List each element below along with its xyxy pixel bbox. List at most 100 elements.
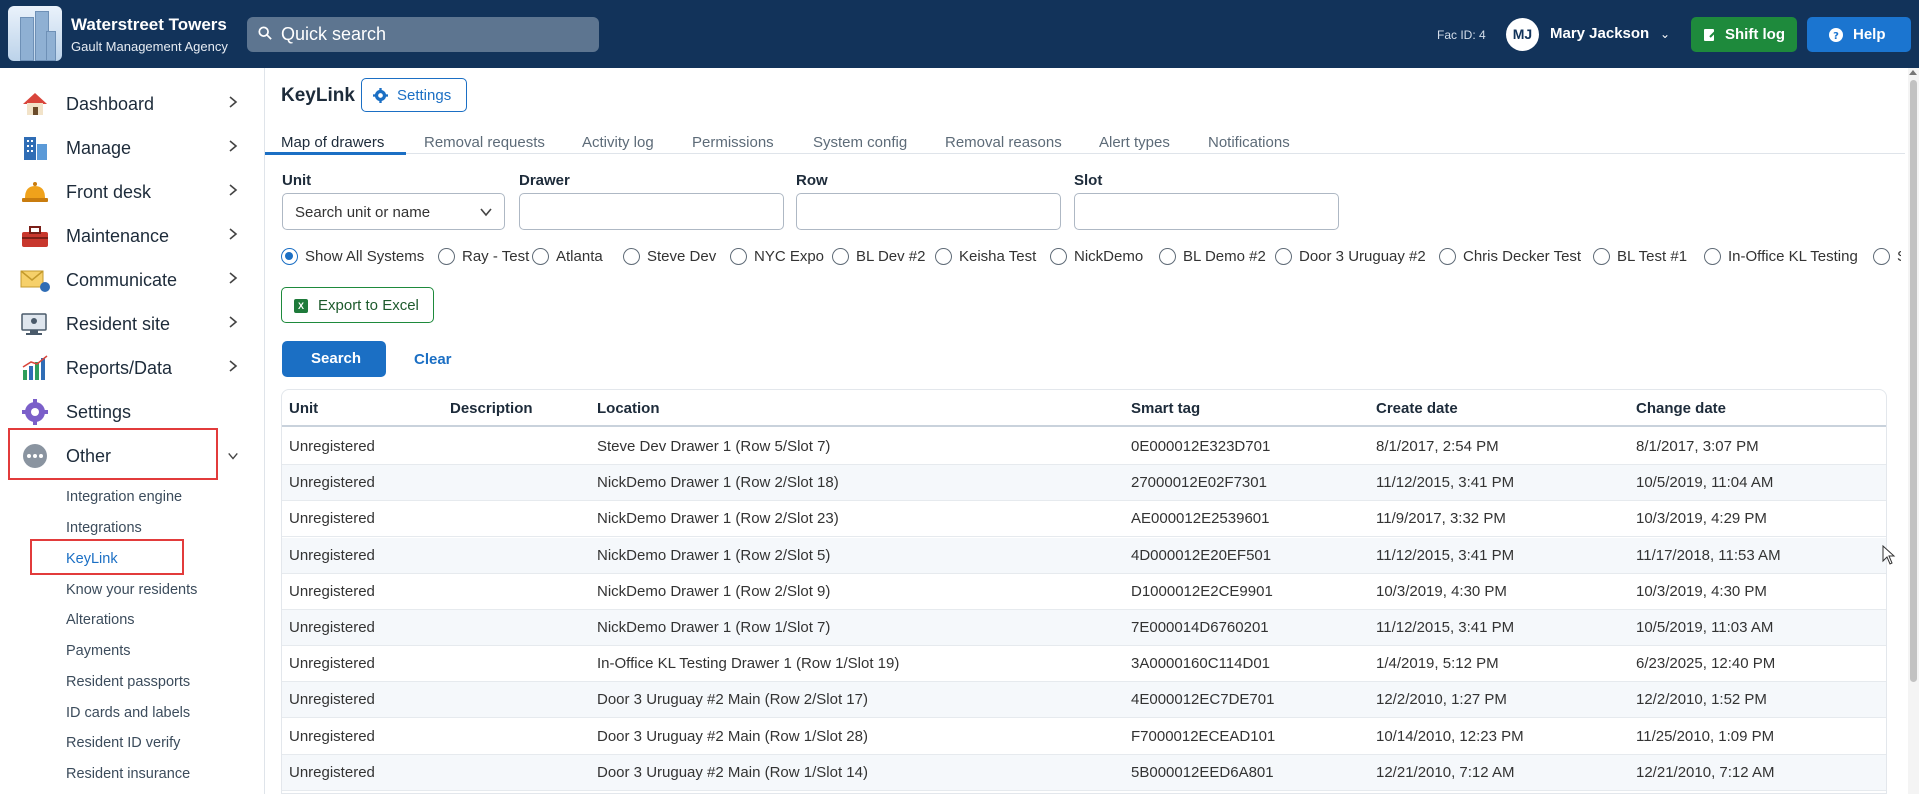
drawer-label: Drawer [519, 172, 570, 189]
sub-item-resident-passports[interactable]: Resident passports [66, 674, 190, 690]
drawers-table: Unit Description Location Smart tag Crea… [281, 389, 1887, 794]
sub-item-resident-insurance[interactable]: Resident insurance [66, 766, 190, 782]
sidebar-item-label: Settings [66, 402, 132, 422]
export-to-excel-button[interactable]: X Export to Excel [281, 287, 434, 323]
sub-item-id-cards-and-labels[interactable]: ID cards and labels [66, 705, 190, 721]
table-cell-change-date: 11/25/2010, 1:09 PM [1636, 727, 1775, 745]
unit-label: Unit [282, 172, 312, 189]
table-cell-change-date: 11/17/2018, 11:53 AM [1636, 546, 1781, 564]
table-cell-change-date: 12/2/2010, 1:52 PM [1636, 691, 1767, 709]
row-field[interactable] [796, 193, 1061, 230]
chevron-down-icon [228, 452, 238, 460]
sidebar-item-reports-data[interactable]: Reports/Data [0, 347, 265, 389]
table-row[interactable]: Unregistered NickDemo Drawer 1 (Row 1/Slo… [282, 610, 1886, 646]
table-cell-create-date: 11/9/2017, 3:32 PM [1376, 510, 1506, 528]
shift-log-button[interactable]: Shift log [1691, 17, 1797, 52]
tab-removal-requests[interactable]: Removal requests [424, 134, 545, 151]
table-row[interactable]: Unregistered Steve Dev Drawer 1 (Row 5/Sl… [282, 429, 1886, 465]
help-button[interactable]: ? Help [1807, 17, 1911, 52]
settings-button[interactable]: Settings [361, 78, 467, 112]
table-cell-location: In-Office KL Testing Drawer 1 (Row 1/Slo… [597, 655, 900, 673]
table-row[interactable]: Unregistered Door 3 Uruguay #2 Main (Row … [282, 682, 1886, 719]
table-row[interactable]: Unregistered NickDemo Drawer 1 (Row 2/Slo… [282, 574, 1886, 610]
table-cell-location: Door 3 Uruguay #2 Main (Row 1/Slot 14) [597, 763, 868, 781]
col-location[interactable]: Location [597, 400, 660, 417]
question-circle-icon: ? [1829, 28, 1843, 42]
sidebar-item-resident-site[interactable]: Resident site [0, 303, 265, 345]
table-cell-create-date: 11/12/2015, 3:41 PM [1376, 619, 1515, 636]
table-row[interactable]: Unregistered NickDemo Drawer 1 (Row 2/Slo… [282, 537, 1886, 574]
col-create-date[interactable]: Create date [1376, 400, 1458, 417]
chevron-right-icon [229, 228, 238, 240]
table-cell-unit: Unregistered [289, 619, 375, 636]
tab-activity-log[interactable]: Activity log [582, 134, 654, 151]
table-cell-change-date: 10/5/2019, 11:03 AM [1636, 619, 1774, 636]
sub-item-integrations[interactable]: Integrations [66, 520, 142, 536]
chevron-right-icon [229, 140, 238, 152]
unit-select[interactable]: Search unit or name [282, 193, 505, 230]
col-change-date[interactable]: Change date [1636, 400, 1726, 417]
table-row[interactable]: Unregistered NickDemo Drawer 1 (Row 2/Slo… [282, 501, 1886, 538]
sub-item-integration-engine[interactable]: Integration engine [66, 489, 182, 505]
sidebar-item-label: Manage [66, 138, 132, 158]
building-icon [24, 137, 47, 160]
tab-alert-types[interactable]: Alert types [1099, 134, 1170, 151]
search-button[interactable]: Search [282, 341, 386, 377]
slot-field[interactable] [1074, 193, 1339, 230]
tab-removal-reasons[interactable]: Removal reasons [945, 134, 1062, 151]
slot-label: Slot [1074, 172, 1103, 189]
bell-icon [22, 182, 48, 202]
sidebar-item-manage[interactable]: Manage [0, 127, 265, 169]
table-row[interactable]: Unregistered Door 3 Uruguay #2 Main (Row … [282, 719, 1886, 755]
table-cell-smart-tag: 7E000014D6760201 [1131, 619, 1269, 636]
table-cell-location: Door 3 Uruguay #2 Main (Row 1/Slot 28) [597, 727, 868, 745]
sidebar-item-label: Front desk [66, 182, 152, 202]
tab-notifications[interactable]: Notifications [1208, 134, 1290, 151]
tab-permissions[interactable]: Permissions [692, 134, 774, 151]
brand-subtitle: Gault Management Agency [71, 39, 228, 54]
sidebar-item-front-desk[interactable]: Front desk [0, 171, 265, 213]
table-header: Unit Description Location Smart tag Crea… [282, 390, 1886, 427]
building-logo[interactable] [8, 6, 62, 61]
col-smart-tag[interactable]: Smart tag [1131, 400, 1200, 417]
active-tab-indicator [265, 152, 406, 155]
scrollbar-thumb[interactable] [1910, 80, 1917, 682]
toolbox-icon [22, 226, 48, 247]
system-radio-group: Show All Systems Ray - Test Atlanta Stev… [281, 244, 1901, 268]
quick-search[interactable] [247, 17, 599, 52]
export-label: Export to Excel [318, 297, 419, 314]
brand-name: Waterstreet Towers [71, 15, 227, 34]
sidebar-item-label: Maintenance [66, 226, 170, 246]
sidebar-item-dashboard[interactable]: Dashboard [0, 83, 265, 125]
sidebar-item-settings[interactable]: Settings [0, 391, 265, 433]
table-row[interactable]: Unregistered In-Office KL Testing Drawer … [282, 646, 1886, 683]
table-row[interactable]: Unregistered NickDemo Drawer 1 (Row 2/Slo… [282, 465, 1886, 502]
avatar[interactable]: MJ [1506, 18, 1539, 51]
sidebar-item-maintenance[interactable]: Maintenance [0, 215, 265, 257]
table-cell-smart-tag: 4D000012E20EF501 [1131, 546, 1272, 564]
search-input[interactable] [281, 17, 591, 52]
col-unit[interactable]: Unit [289, 400, 318, 417]
tab-system-config[interactable]: System config [813, 134, 907, 151]
drawer-field[interactable] [519, 193, 784, 230]
top-bar: Waterstreet Towers Gault Management Agen… [0, 0, 1919, 68]
table-cell-unit: Unregistered [289, 510, 375, 528]
sidebar-item-label: Communicate [66, 270, 178, 290]
col-description[interactable]: Description [450, 400, 533, 417]
sub-item-alterations[interactable]: Alterations [66, 612, 135, 628]
tab-map-of-drawers[interactable]: Map of drawers [281, 134, 384, 151]
chevron-down-icon[interactable]: ⌄ [1660, 27, 1670, 41]
scrollbar[interactable] [1908, 68, 1919, 794]
user-name[interactable]: Mary Jackson [1550, 25, 1649, 42]
shift-log-label: Shift log [1725, 26, 1785, 43]
sidebar-item-communicate[interactable]: Communicate [0, 259, 265, 301]
sub-item-know-your-residents[interactable]: Know your residents [66, 582, 197, 598]
clear-button[interactable]: Clear [414, 351, 452, 368]
sub-item-payments[interactable]: Payments [66, 643, 130, 659]
table-cell-location: NickDemo Drawer 1 (Row 2/Slot 5) [597, 546, 831, 564]
scroll-up-icon[interactable] [1909, 70, 1917, 75]
table-row[interactable]: Unregistered Door 3 Uruguay #2 Main (Row … [282, 754, 1886, 791]
highlight-box-keylink [30, 539, 184, 575]
table-cell-change-date: 10/3/2019, 4:29 PM [1636, 510, 1767, 528]
sub-item-resident-id-verify[interactable]: Resident ID verify [66, 735, 180, 751]
